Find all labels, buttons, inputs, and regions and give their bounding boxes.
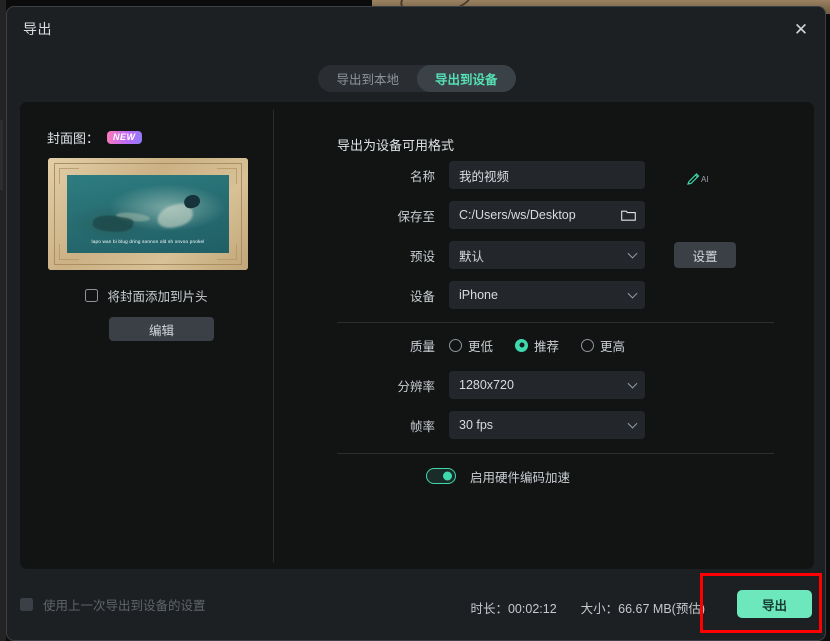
backdrop-rail-accent: [0, 120, 3, 190]
cover-thumbnail[interactable]: lapo wan bi blug dring sonnon old sh onv…: [48, 158, 248, 270]
preset-select[interactable]: 默认: [449, 241, 645, 269]
export-meta-info: 时长：00:02:12 大小：66.67 MB(预估): [470, 598, 705, 617]
chevron-down-icon: [627, 248, 638, 259]
save-path-input[interactable]: C:/Users/ws/Desktop: [449, 201, 645, 229]
add-cover-to-intro-label: 将封面添加到片头: [107, 290, 208, 304]
field-row-preset: 预设 默认 设置: [274, 241, 814, 269]
size-text: 大小：66.67 MB(预估): [580, 602, 705, 616]
quality-label: 质量: [409, 339, 435, 354]
divider-above-hardware-accel: [337, 453, 774, 454]
quality-option-higher[interactable]: 更高: [581, 336, 625, 355]
reuse-last-settings-checkbox[interactable]: 使用上一次导出到设备的设置: [20, 595, 206, 614]
radio-button: [581, 338, 595, 352]
dialog-titlebar: 导出 ✕: [7, 7, 825, 51]
radio-button: [449, 338, 462, 352]
tab-export-device[interactable]: 导出到设备: [417, 65, 516, 92]
quality-option-recommended[interactable]: 推荐: [515, 336, 559, 355]
resolution-select[interactable]: 1280x720: [449, 371, 645, 399]
checkbox-box: [85, 289, 99, 302]
field-row-framerate: 帧率 30 fps: [274, 411, 814, 439]
export-settings-panel: 封面图： NEW lapo wan bi blug dring sonnon o…: [20, 102, 814, 569]
framerate-select[interactable]: 30 fps: [449, 411, 645, 439]
name-input[interactable]: 我的视频: [449, 161, 645, 189]
checkbox-box-disabled: [20, 598, 33, 611]
radio-button-selected: [515, 338, 529, 352]
field-row-name: 名称 我的视频 AI: [274, 161, 814, 189]
save-path-value: C:/Users/ws/Desktop: [459, 208, 576, 222]
ai-rename-icon[interactable]: AI: [686, 169, 712, 185]
quality-option-recommended-label: 推荐: [534, 339, 560, 354]
framerate-label: 帧率: [409, 419, 435, 434]
reuse-last-settings-label: 使用上一次导出到设备的设置: [43, 599, 206, 613]
export-target-tabs: 导出到本地 导出到设备: [7, 65, 825, 92]
divider-above-quality: [337, 322, 774, 323]
hardware-accel-row: 启用硬件编码加速: [274, 464, 814, 488]
dialog-footer: 使用上一次导出到设备的设置 时长：00:02:12 大小：66.67 MB(预估…: [7, 570, 825, 640]
hardware-accel-label: 启用硬件编码加速: [470, 470, 571, 485]
new-badge: NEW: [107, 131, 142, 144]
preset-label: 预设: [409, 249, 435, 264]
field-row-save-path: 保存至 C:/Users/ws/Desktop: [274, 201, 814, 229]
device-value: iPhone: [459, 288, 498, 302]
export-dialog: 导出 ✕ 导出到本地 导出到设备 封面图： NEW lapo wan bi bl…: [6, 6, 826, 641]
edit-cover-button[interactable]: 编辑: [109, 317, 214, 341]
svg-text:AI: AI: [701, 175, 709, 184]
thumbnail-caption: lapo wan bi blug dring sonnon old sh onv…: [91, 239, 205, 244]
name-input-value: 我的视频: [459, 169, 510, 184]
device-label: 设备: [409, 289, 435, 304]
cover-header: 封面图： NEW: [47, 128, 142, 147]
add-cover-to-intro-checkbox[interactable]: 将封面添加到片头: [20, 286, 273, 305]
chevron-down-icon: [627, 378, 638, 389]
quality-option-lower[interactable]: 更低: [449, 336, 493, 355]
format-settings-section: 导出为设备可用格式 名称 我的视频 AI 保存至 C:/Users/ws/Des…: [274, 102, 814, 569]
duration-text: 时长：00:02:12: [470, 602, 557, 616]
framerate-value: 30 fps: [459, 418, 494, 432]
toggle-knob: [443, 471, 452, 481]
save-path-label: 保存至: [397, 209, 435, 224]
quality-row: 质量 更低 推荐 更高: [274, 334, 814, 356]
close-icon[interactable]: ✕: [787, 15, 815, 43]
tab-export-local[interactable]: 导出到本地: [318, 65, 417, 92]
preset-settings-button[interactable]: 设置: [674, 242, 736, 268]
folder-icon[interactable]: [621, 209, 636, 221]
dialog-title: 导出: [23, 21, 52, 37]
device-select[interactable]: iPhone: [449, 281, 645, 309]
thumbnail-photo: lapo wan bi blug dring sonnon old sh onv…: [67, 175, 229, 253]
preset-value: 默认: [459, 249, 485, 264]
field-row-device: 设备 iPhone: [274, 281, 814, 309]
quality-option-higher-label: 更高: [600, 339, 626, 354]
cover-label: 封面图：: [47, 131, 100, 146]
name-field-label: 名称: [409, 169, 435, 184]
quality-option-lower-label: 更低: [468, 339, 494, 354]
chevron-down-icon: [627, 288, 638, 299]
export-button[interactable]: 导出: [737, 590, 812, 618]
resolution-label: 分辨率: [397, 379, 435, 394]
resolution-value: 1280x720: [459, 378, 514, 392]
hardware-accel-toggle[interactable]: [426, 468, 456, 484]
cover-image-section: 封面图： NEW lapo wan bi blug dring sonnon o…: [20, 102, 273, 569]
field-row-resolution: 分辨率 1280x720: [274, 371, 814, 399]
section-title: 导出为设备可用格式: [337, 138, 455, 153]
chevron-down-icon: [627, 418, 638, 429]
